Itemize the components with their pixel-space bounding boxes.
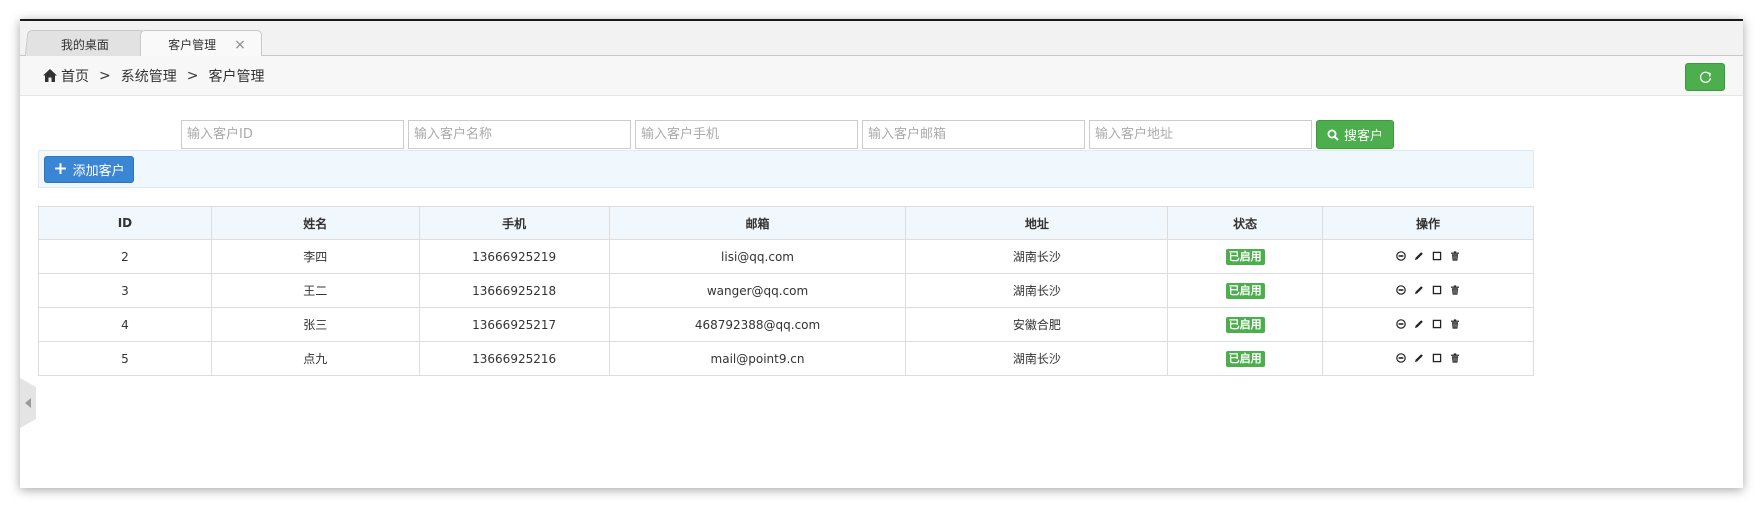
cell-status: 已启用 (1167, 307, 1324, 342)
cell-name: 点九 (210, 341, 420, 376)
action-toolbar: + 添加客户 (38, 150, 1534, 188)
breadcrumb-separator: > (99, 67, 111, 84)
breadcrumb: 首页 > 系统管理 > 客户管理 (20, 56, 1743, 96)
trash-icon[interactable] (1450, 352, 1460, 363)
cell-id: 5 (38, 341, 212, 376)
chevron-left-icon (24, 398, 31, 408)
cell-phone: 13666925217 (418, 307, 610, 342)
cell-phone: 13666925219 (418, 239, 610, 274)
table-row: 2 李四 13666925219 lisi@qq.com 湖南长沙 已启用 (38, 239, 1534, 274)
tab-bar: 我的桌面 客户管理 × (20, 21, 1743, 58)
edit-icon[interactable] (1414, 353, 1424, 363)
cell-status: 已启用 (1167, 239, 1324, 274)
cell-email: wanger@qq.com (608, 273, 907, 308)
cell-status: 已启用 (1167, 273, 1324, 308)
cell-email: mail@point9.cn (608, 341, 907, 376)
table-header-row: ID 姓名 手机 邮箱 地址 状态 操作 (38, 206, 1534, 240)
customer-id-input[interactable] (181, 120, 404, 149)
customer-name-input[interactable] (408, 120, 631, 149)
tab-close-icon[interactable]: × (234, 37, 246, 53)
breadcrumb-system-management[interactable]: 系统管理 (121, 66, 177, 86)
customer-address-input[interactable] (1089, 120, 1312, 149)
breadcrumb-customer-management: 客户管理 (208, 68, 265, 85)
password-icon[interactable] (1432, 353, 1442, 363)
sidebar-toggle-handle[interactable] (20, 378, 36, 428)
cell-status: 已启用 (1167, 341, 1324, 376)
trash-icon[interactable] (1450, 250, 1460, 261)
cell-id: 4 (38, 307, 212, 342)
trash-icon[interactable] (1450, 318, 1460, 329)
tab-desktop-label: 我的桌面 (60, 37, 109, 52)
search-customer-button[interactable]: 搜客户 (1316, 120, 1394, 149)
cell-address: 湖南长沙 (905, 239, 1169, 274)
password-icon[interactable] (1432, 251, 1442, 261)
password-icon[interactable] (1432, 285, 1442, 295)
disable-icon[interactable] (1396, 284, 1406, 295)
status-badge: 已启用 (1225, 282, 1265, 299)
refresh-button[interactable] (1685, 63, 1725, 91)
cell-id: 2 (38, 239, 212, 274)
disable-icon[interactable] (1396, 318, 1406, 329)
table-row: 3 王二 13666925218 wanger@qq.com 湖南长沙 已启用 (38, 273, 1534, 308)
table-row: 4 张三 13666925217 468792388@qq.com 安徽合肥 已… (38, 307, 1534, 342)
cell-email: lisi@qq.com (608, 239, 907, 274)
cell-address: 湖南长沙 (905, 341, 1169, 376)
app-window: 我的桌面 客户管理 × 首页 > 系统管理 > 客户管理 输入客户ID 输入客户… (20, 19, 1743, 488)
header-actions: 操作 (1322, 206, 1534, 240)
cell-address: 安徽合肥 (905, 307, 1169, 342)
search-icon (1327, 129, 1339, 141)
breadcrumb-home[interactable]: 首页 (61, 66, 89, 86)
header-email[interactable]: 邮箱 (608, 206, 907, 240)
cell-name: 李四 (210, 239, 420, 274)
customer-phone-input[interactable] (635, 120, 858, 149)
tab-desktop[interactable]: 我的桌面 (24, 30, 146, 57)
add-customer-button[interactable]: + 添加客户 (44, 156, 134, 183)
status-badge: 已启用 (1225, 316, 1265, 333)
header-phone[interactable]: 手机 (418, 206, 610, 240)
add-customer-label: 添加客户 (72, 164, 125, 179)
cell-name: 张三 (210, 307, 420, 342)
header-id[interactable]: ID (38, 206, 212, 240)
cell-phone: 13666925218 (418, 273, 610, 308)
status-badge: 已启用 (1225, 350, 1265, 367)
edit-icon[interactable] (1414, 251, 1424, 261)
header-address[interactable]: 地址 (905, 206, 1169, 240)
trash-icon[interactable] (1450, 284, 1460, 295)
disable-icon[interactable] (1396, 250, 1406, 261)
cell-actions (1322, 273, 1534, 308)
password-icon[interactable] (1432, 319, 1442, 329)
home-icon (43, 69, 57, 82)
header-status[interactable]: 状态 (1167, 206, 1324, 240)
cell-name: 王二 (210, 273, 420, 308)
disable-icon[interactable] (1396, 352, 1406, 363)
search-button-label: 搜客户 (1343, 129, 1383, 144)
cell-address: 湖南长沙 (905, 273, 1169, 308)
edit-icon[interactable] (1414, 285, 1424, 295)
cell-actions (1322, 307, 1534, 342)
breadcrumb-separator: > (186, 67, 199, 84)
header-name[interactable]: 姓名 (210, 206, 420, 240)
tab-customer-management[interactable]: 客户管理 × (140, 30, 262, 58)
cell-actions (1322, 341, 1534, 376)
cell-email: 468792388@qq.com (608, 307, 907, 342)
refresh-icon (1699, 71, 1711, 83)
status-badge: 已启用 (1225, 248, 1265, 265)
edit-icon[interactable] (1414, 319, 1424, 329)
cell-phone: 13666925216 (418, 341, 610, 376)
plus-icon: + (53, 159, 68, 179)
customer-email-input[interactable] (862, 120, 1085, 149)
tab-customer-management-label: 客户管理 (168, 38, 217, 52)
cell-id: 3 (38, 273, 212, 308)
table-row: 5 点九 13666925216 mail@point9.cn 湖南长沙 已启用 (38, 341, 1534, 376)
customer-table: ID 姓名 手机 邮箱 地址 状态 操作 2 李四 13666925219 li… (38, 206, 1534, 376)
cell-actions (1322, 239, 1534, 274)
search-form: 搜客户 (181, 120, 1394, 149)
